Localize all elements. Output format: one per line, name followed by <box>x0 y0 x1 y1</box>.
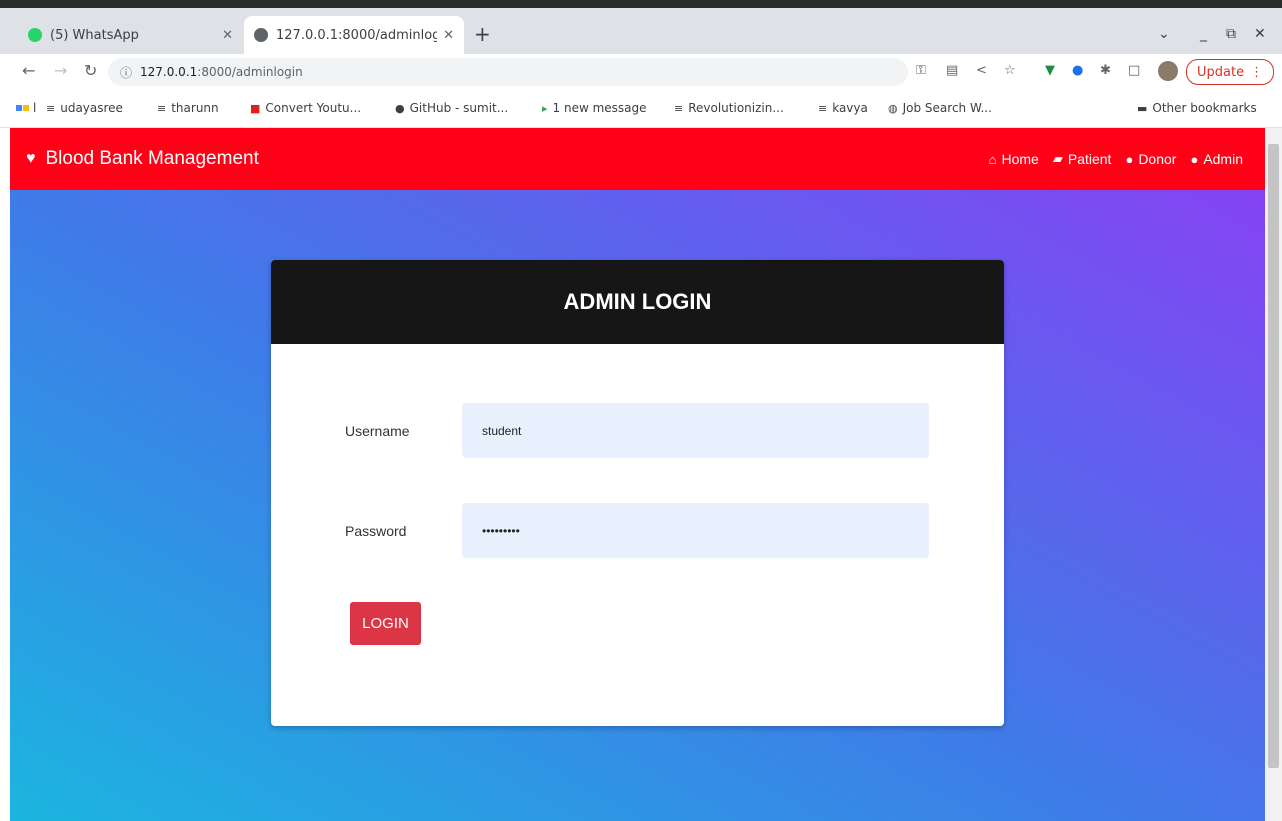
nav-admin[interactable]: ● Admin <box>1190 151 1243 167</box>
avatar[interactable] <box>1158 61 1178 81</box>
password-row: Password <box>345 503 929 558</box>
shield-extension-icon[interactable]: ▼ <box>1045 63 1055 78</box>
username-input[interactable] <box>462 403 929 458</box>
login-card: ADMIN LOGIN Username Password LOGIN <box>271 260 1004 726</box>
bookmark-label: Other bookmarks <box>1152 101 1257 115</box>
bookmark-revolutionizing[interactable]: ≡ Revolutionizin... <box>674 101 784 115</box>
nav-links: ⌂ Home ▰ Patient ● Donor ● Admin <box>989 128 1243 190</box>
menu-icon: ⋮ <box>1250 64 1264 80</box>
bookmarks-bar: l ≡ udayasree ≡ tharunn ■ Convert Youtu.… <box>0 90 1282 128</box>
brand-title: Blood Bank Management <box>45 148 259 169</box>
tab-title: (5) WhatsApp <box>50 27 139 43</box>
heartbeat-icon: ♥ <box>26 150 36 167</box>
bookmark-label: Job Search W... <box>902 101 992 115</box>
tab-search-icon[interactable]: ⌄ <box>1158 26 1170 42</box>
tab-title: 127.0.0.1:8000/adminlogi <box>276 27 438 43</box>
list-icon: ≡ <box>674 101 684 115</box>
bookmark-job-search[interactable]: ◍ Job Search W... <box>888 101 992 115</box>
extension-icon[interactable]: ● <box>1072 63 1083 78</box>
key-icon[interactable]: ⚿ <box>916 63 926 78</box>
bookmark-udayasree[interactable]: ≡ udayasree <box>46 101 123 115</box>
nav-home[interactable]: ⌂ Home <box>989 151 1039 167</box>
bookmark-label: tharunn <box>171 101 219 115</box>
apps-icon <box>23 105 29 111</box>
app-navbar: ♥ Blood Bank Management ⌂ Home ▰ Patient… <box>10 128 1265 190</box>
bookmark-label: l <box>33 101 37 115</box>
bookmark-convert-youtube[interactable]: ■ Convert Youtu... <box>250 101 361 115</box>
forward-icon[interactable]: → <box>54 61 67 80</box>
list-icon: ≡ <box>46 101 56 115</box>
bookmark-label: udayasree <box>60 101 123 115</box>
info-icon[interactable]: ⓘ <box>120 64 132 81</box>
page-viewport: ♥ Blood Bank Management ⌂ Home ▰ Patient… <box>10 128 1265 821</box>
nav-label: Donor <box>1138 151 1177 167</box>
minimize-button[interactable]: _ <box>1200 26 1207 42</box>
sidepanel-icon[interactable]: □ <box>1128 63 1140 78</box>
list-icon: ≡ <box>157 101 167 115</box>
github-icon: ● <box>395 101 405 115</box>
close-icon[interactable]: ✕ <box>222 28 233 43</box>
globe-icon <box>254 28 268 42</box>
nav-label: Patient <box>1067 151 1112 167</box>
window-close-button[interactable]: ✕ <box>1254 26 1266 42</box>
bookmark-new-message[interactable]: ▸ 1 new message <box>542 101 647 115</box>
bookmark-tharunn[interactable]: ≡ tharunn <box>157 101 219 115</box>
brand[interactable]: ♥ Blood Bank Management <box>26 148 259 170</box>
back-icon[interactable]: ← <box>22 61 35 80</box>
update-button[interactable]: Update ⋮ <box>1186 59 1275 85</box>
scrollbar-thumb[interactable] <box>1268 144 1279 768</box>
bookmark-label: kavya <box>832 101 868 115</box>
list-icon: ≡ <box>818 101 828 115</box>
tab-strip: (5) WhatsApp ✕ 127.0.0.1:8000/adminlogi … <box>0 8 1282 54</box>
url-path: :8000/adminlogin <box>197 65 303 79</box>
password-input[interactable] <box>462 503 929 558</box>
tab-adminlogin[interactable]: 127.0.0.1:8000/adminlogi ✕ <box>244 16 464 54</box>
username-row: Username <box>345 403 929 458</box>
translate-icon[interactable]: ▤ <box>946 63 958 78</box>
new-tab-button[interactable]: + <box>474 24 491 44</box>
star-icon[interactable]: ☆ <box>1004 63 1016 78</box>
window-top-edge <box>0 0 1282 8</box>
browser-toolbar: ← → ↻ ⓘ 127.0.0.1 :8000/adminlogin ⚿ ▤ <… <box>0 54 1282 90</box>
mail-icon: ▸ <box>542 101 548 115</box>
user-cog-icon: ● <box>1190 151 1199 167</box>
bookmark-other[interactable]: ▬ Other bookmarks <box>1137 101 1257 115</box>
folder-icon: ▬ <box>1137 101 1148 115</box>
puzzle-icon[interactable]: ✱ <box>1100 63 1111 78</box>
user-icon: ● <box>1125 151 1134 167</box>
tab-whatsapp[interactable]: (5) WhatsApp ✕ <box>18 16 243 54</box>
bookmark-github[interactable]: ● GitHub - sumit... <box>395 101 508 115</box>
bookmark-label: 1 new message <box>552 101 647 115</box>
bed-icon: ▰ <box>1052 151 1063 166</box>
page-scrollbar[interactable] <box>1265 128 1282 821</box>
nav-label: Admin <box>1203 151 1243 167</box>
login-card-header: ADMIN LOGIN <box>271 260 1004 344</box>
password-label: Password <box>345 522 407 539</box>
username-label: Username <box>345 422 410 439</box>
address-bar[interactable]: ⓘ 127.0.0.1 :8000/adminlogin <box>108 58 908 86</box>
url-host: 127.0.0.1 <box>140 65 198 79</box>
nav-label: Home <box>1001 151 1039 167</box>
nav-patient[interactable]: ▰ Patient <box>1053 151 1112 167</box>
reload-icon[interactable]: ↻ <box>84 61 97 80</box>
login-heading: ADMIN LOGIN <box>563 289 712 314</box>
restore-button[interactable]: ⧉ <box>1226 26 1236 42</box>
close-icon[interactable]: ✕ <box>443 28 454 43</box>
bookmark-label: GitHub - sumit... <box>409 101 509 115</box>
bookmark-label: Convert Youtu... <box>265 101 362 115</box>
home-icon: ⌂ <box>988 151 997 167</box>
nav-donor[interactable]: ● Donor <box>1125 151 1176 167</box>
youtube-icon: ■ <box>250 101 261 115</box>
globe-icon: ◍ <box>888 101 898 115</box>
bookmark-apps[interactable]: l <box>16 101 36 115</box>
bookmark-kavya[interactable]: ≡ kavya <box>818 101 868 115</box>
update-label: Update <box>1197 64 1245 80</box>
whatsapp-icon <box>28 28 42 42</box>
bookmark-label: Revolutionizin... <box>688 101 784 115</box>
share-icon[interactable]: < <box>976 63 987 78</box>
apps-icon <box>16 105 22 111</box>
login-button[interactable]: LOGIN <box>350 602 421 645</box>
